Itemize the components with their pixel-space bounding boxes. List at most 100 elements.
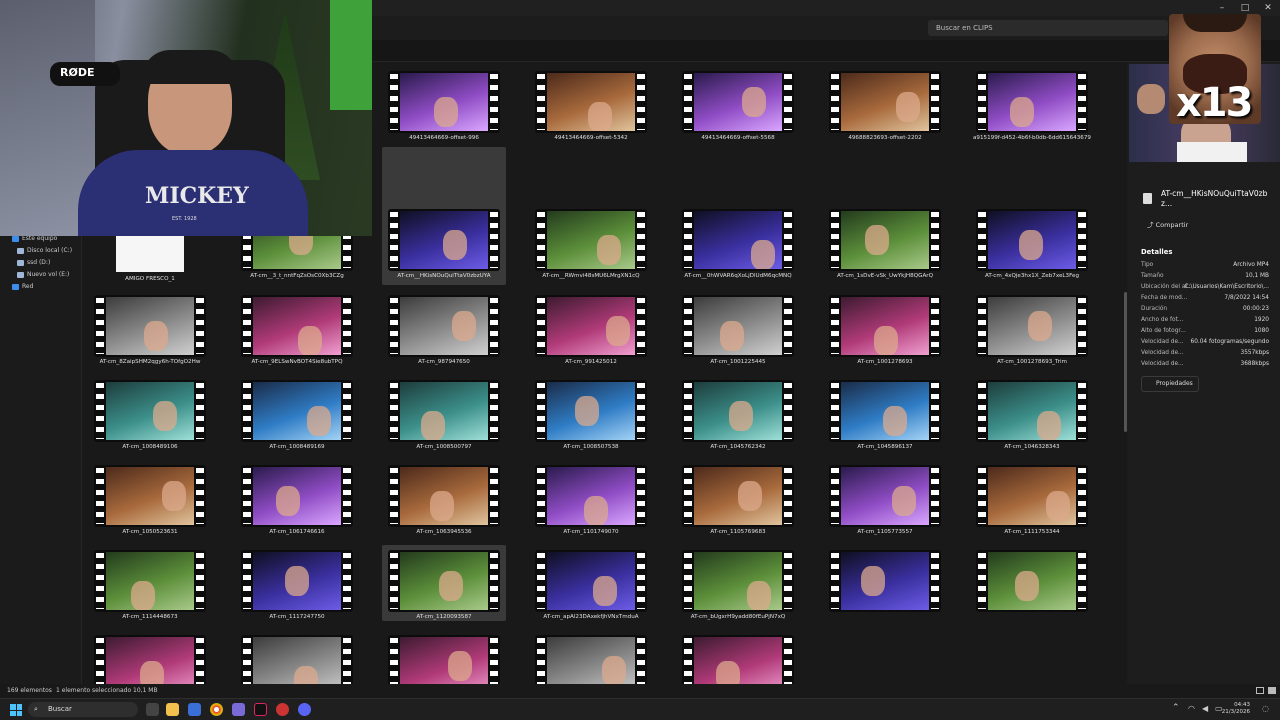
details-view-icon[interactable]: [1256, 687, 1264, 694]
file-tile[interactable]: AT-cm__0hWVAR6qXoLjDlUdM6qcMNQ: [676, 204, 800, 280]
file-tile[interactable]: AT-cm__HKisNOuQuiTtaV0zbzUYA: [382, 147, 506, 285]
file-tile[interactable]: AT-cm_1046328343: [970, 375, 1094, 451]
file-tile[interactable]: AT-cm_1001278693_Trim: [970, 290, 1094, 366]
video-thumbnail: [829, 295, 941, 357]
system-clock[interactable]: 04:43 21/3/2026: [1222, 702, 1250, 716]
details-key: Velocidad de...: [1141, 361, 1184, 367]
file-explorer-icon[interactable]: [166, 703, 179, 716]
file-name: AT-cm_1114448673: [122, 614, 178, 620]
person-shirt: [1177, 142, 1247, 162]
file-tile[interactable]: AT-cm_1114448673: [88, 545, 212, 621]
file-tile[interactable]: AT-cm_1045762342: [676, 375, 800, 451]
video-thumbnail: [535, 550, 647, 612]
chevron-up-icon[interactable]: ⌃: [1172, 703, 1180, 713]
file-tile[interactable]: AT-cm_987947650: [382, 290, 506, 366]
share-button[interactable]: ⤴ Compartir: [1147, 219, 1188, 229]
file-tile[interactable]: AT-cm_1111753344: [970, 460, 1094, 536]
details-row: Tipo Archivo MP4: [1141, 262, 1269, 273]
taskbar-search[interactable]: ⌕ Buscar: [28, 702, 138, 717]
thumbnail-subject: [584, 496, 608, 525]
file-name: AT-cm_1101749070: [563, 529, 619, 535]
file-tile[interactable]: AT-cm_1008500797: [382, 375, 506, 451]
file-tile[interactable]: AT-cm_1105769683: [676, 460, 800, 536]
task-view-icon[interactable]: [146, 703, 159, 716]
file-tile[interactable]: AT-cm_1050523631: [88, 460, 212, 536]
file-tile[interactable]: AT-cm__RWmvi48sMU6LMrgXN1cQ: [529, 204, 653, 280]
file-tile[interactable]: [529, 630, 653, 684]
file-tile[interactable]: AT-cm_1117247750: [235, 545, 359, 621]
thumbnail-frame: [547, 637, 635, 684]
thumbnail-subject: [162, 481, 186, 511]
file-name: AT-cm_1046328343: [1004, 444, 1060, 450]
file-tile[interactable]: AT-cm_9ELSwNvBOT4Sie8ubTPQ: [235, 290, 359, 366]
store-icon[interactable]: [188, 703, 201, 716]
nav-item-drive-e[interactable]: Nuevo vol (E:): [17, 271, 69, 278]
details-key: Duración: [1141, 306, 1168, 312]
search-box[interactable]: Buscar en CLIPS: [928, 20, 1168, 36]
file-tile[interactable]: AT-cm_1120093587: [382, 545, 506, 621]
file-tile[interactable]: AT-cm_8ZaipSHM2qgy6h-TOfgO2Hw: [88, 290, 212, 366]
thumbnail-frame: [253, 467, 341, 525]
file-tile[interactable]: AT-cm_1sDvE-vSk_UwYkjH8QGArQ: [823, 204, 947, 280]
file-tile[interactable]: [382, 630, 506, 684]
video-thumbnail: [94, 380, 206, 442]
file-tile[interactable]: [88, 630, 212, 684]
file-tile[interactable]: AT-cm_apAl23DAxekfjhVNxTmduA: [529, 545, 653, 621]
file-tile[interactable]: AT-cm_bUgxrH9yadd80fEuPjN7xQ: [676, 545, 800, 621]
nav-item-network[interactable]: Red: [12, 283, 33, 290]
tiktok-icon[interactable]: [254, 703, 267, 716]
file-tile[interactable]: 49413464669-offset-5342: [529, 66, 653, 142]
file-tile[interactable]: AT-cm_1008489169: [235, 375, 359, 451]
file-tile[interactable]: AT-cm_1063945536: [382, 460, 506, 536]
file-tile[interactable]: AT-cm_991425012: [529, 290, 653, 366]
file-tile[interactable]: AT-cm_1001278693: [823, 290, 947, 366]
thumbnail-frame: [106, 637, 194, 684]
notification-icon[interactable]: ◌: [1262, 704, 1269, 713]
nav-item-label: Disco local (C:): [27, 247, 73, 254]
file-tile[interactable]: AT-cm_1008489106: [88, 375, 212, 451]
file-tile[interactable]: 49688823693-offset-2202: [823, 66, 947, 142]
file-tile[interactable]: [823, 545, 947, 621]
chrome-icon[interactable]: [210, 703, 223, 716]
file-tile[interactable]: AT-cm_1008507538: [529, 375, 653, 451]
wifi-icon[interactable]: ◠: [1188, 704, 1195, 713]
details-key: Velocidad de...: [1141, 339, 1184, 345]
details-value: 7/8/2022 14:54: [1224, 295, 1269, 301]
thumbnail-subject: [294, 666, 318, 684]
video-thumbnail: [682, 635, 794, 684]
close-button[interactable]: ✕: [1256, 0, 1280, 16]
thumbnail-frame: [841, 73, 929, 131]
thumbnail-frame: [400, 73, 488, 131]
thumbnail-subject: [307, 406, 331, 436]
thumbnail-frame: [547, 552, 635, 610]
app-icon[interactable]: [232, 703, 245, 716]
thumbnail-view-icon[interactable]: [1268, 687, 1276, 694]
file-tile[interactable]: [235, 630, 359, 684]
file-tile[interactable]: AT-cm_1061746616: [235, 460, 359, 536]
nav-item-drive-c[interactable]: Disco local (C:): [17, 247, 72, 254]
taskbar: ⌕ Buscar ⌃ ◠ ◀ ▭ 04:43 21/3/2026 ◌: [0, 698, 1280, 720]
nav-item-this-pc[interactable]: Este equipo: [12, 235, 57, 242]
file-tile[interactable]: AT-cm_4xQje3hx1X_Zeb7xeL3Feg: [970, 204, 1094, 280]
file-tile[interactable]: AT-cm_1105773557: [823, 460, 947, 536]
drive-icon: [17, 271, 24, 278]
thumbnail-frame: [400, 552, 488, 610]
volume-icon[interactable]: ◀: [1202, 704, 1208, 713]
screen: – □ ✕ Buscar en CLIPS Este equipo Disco …: [0, 0, 1280, 720]
thumbnail-subject: [439, 571, 463, 601]
windows-start-icon[interactable]: [10, 704, 22, 716]
thumbnail-subject: [285, 566, 309, 596]
discord-icon[interactable]: [298, 703, 311, 716]
file-tile[interactable]: AT-cm_1101749070: [529, 460, 653, 536]
file-tile[interactable]: a915199f-d452-4b6f-b0db-6dd615643679: [970, 66, 1094, 142]
properties-button[interactable]: Propiedades: [1141, 376, 1199, 392]
file-tile[interactable]: 49413464669-offset-996: [382, 66, 506, 142]
nav-item-drive-d[interactable]: ssd (D:): [17, 259, 50, 266]
file-tile[interactable]: [676, 630, 800, 684]
obs-icon[interactable]: [276, 703, 289, 716]
file-tile[interactable]: AT-cm_1045896137: [823, 375, 947, 451]
file-tile[interactable]: 49413464669-offset-5568: [676, 66, 800, 142]
thumbnail-subject: [298, 326, 322, 355]
file-tile[interactable]: [970, 545, 1094, 621]
file-tile[interactable]: AT-cm_1001225445: [676, 290, 800, 366]
